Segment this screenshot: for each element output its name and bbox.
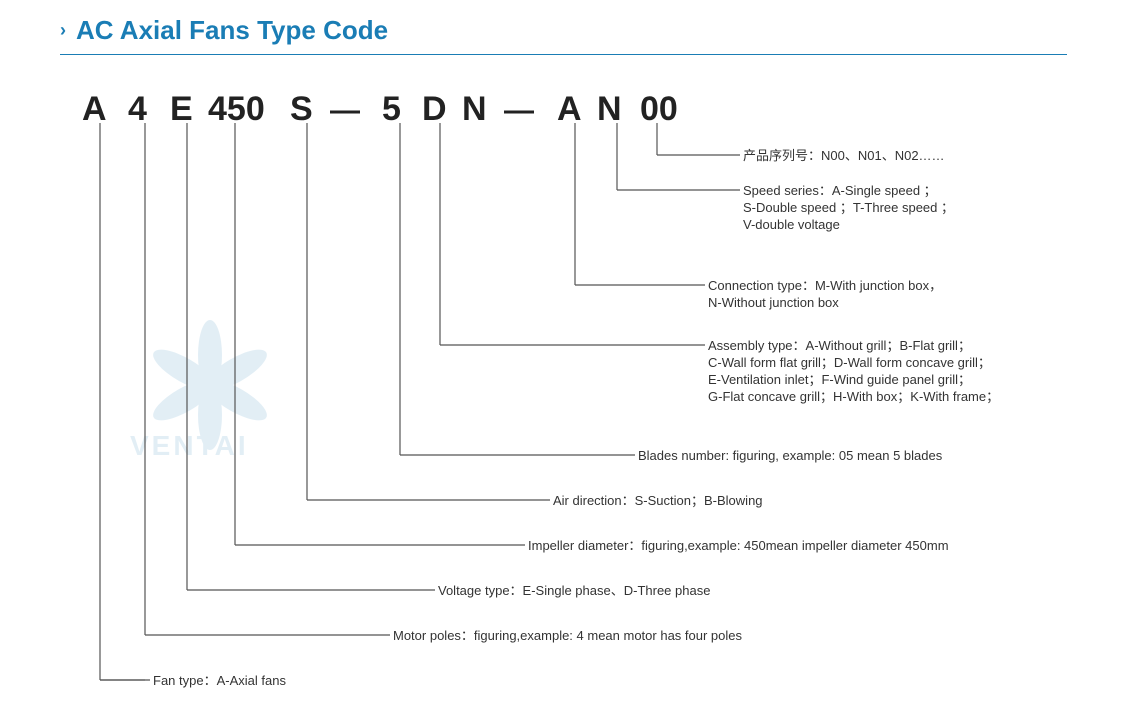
- title-chevron-icon: ›: [60, 20, 66, 41]
- svg-text:00: 00: [640, 90, 678, 128]
- type-code-diagram: A 4 E 450 S — 5 D N — A N 00: [60, 65, 1080, 725]
- svg-text:Assembly type：A-Without grill；: Assembly type：A-Without grill；B-Flat gri…: [708, 338, 971, 354]
- svg-text:Blades number: figuring, examp: Blades number: figuring, example: 05 mea…: [638, 448, 943, 463]
- svg-text:A: A: [82, 90, 107, 128]
- svg-text:A: A: [557, 90, 582, 128]
- svg-text:5: 5: [382, 90, 401, 128]
- title-divider: [60, 54, 1067, 55]
- svg-text:—: —: [330, 94, 360, 127]
- title-section: › AC Axial Fans Type Code: [60, 15, 1067, 46]
- page-title: AC Axial Fans Type Code: [76, 15, 388, 46]
- svg-text:E: E: [170, 90, 193, 128]
- svg-text:S-Double speed ；T-Three speed: S-Double speed ；T-Three speed ；: [743, 200, 954, 216]
- diagram-area: VENTAI A 4 E 450 S — 5 D N — A: [60, 65, 1080, 655]
- svg-text:N-Without junction box: N-Without junction box: [708, 295, 839, 310]
- svg-text:450: 450: [208, 90, 265, 128]
- svg-text:Motor poles：figuring,example:: Motor poles：figuring,example: 4 mean mot…: [393, 628, 743, 643]
- svg-text:D: D: [422, 90, 447, 128]
- svg-text:产品序列号：N00、N01、N02……: 产品序列号：N00、N01、N02……: [743, 148, 945, 163]
- svg-text:S: S: [290, 90, 313, 128]
- svg-text:Impeller diameter：figuring,exa: Impeller diameter：figuring,example: 450m…: [528, 538, 949, 553]
- svg-text:C-Wall form flat grill；D-Wall: C-Wall form flat grill；D-Wall form conca…: [708, 355, 991, 371]
- svg-text:E-Ventilation inlet；F-Wind gui: E-Ventilation inlet；F-Wind guide panel g…: [708, 372, 971, 388]
- svg-text:G-Flat concave grill；H-With bo: G-Flat concave grill；H-With box；K-With f…: [708, 389, 999, 405]
- svg-text:N: N: [462, 90, 487, 128]
- svg-text:Air direction：S-Suction；B-Blow: Air direction：S-Suction；B-Blowing: [553, 493, 763, 509]
- svg-text:Speed series：A-Single speed ；: Speed series：A-Single speed ；: [743, 183, 937, 199]
- svg-text:—: —: [504, 94, 534, 127]
- svg-text:V-double voltage: V-double voltage: [743, 217, 840, 232]
- svg-text:N: N: [597, 90, 622, 128]
- svg-text:4: 4: [128, 90, 147, 128]
- svg-text:Connection type：M-With junctio: Connection type：M-With junction box，: [708, 278, 942, 293]
- svg-text:Voltage type：E-Single phase、D-: Voltage type：E-Single phase、D-Three phas…: [438, 583, 710, 598]
- svg-text:Fan type：A-Axial fans: Fan type：A-Axial fans: [153, 673, 286, 688]
